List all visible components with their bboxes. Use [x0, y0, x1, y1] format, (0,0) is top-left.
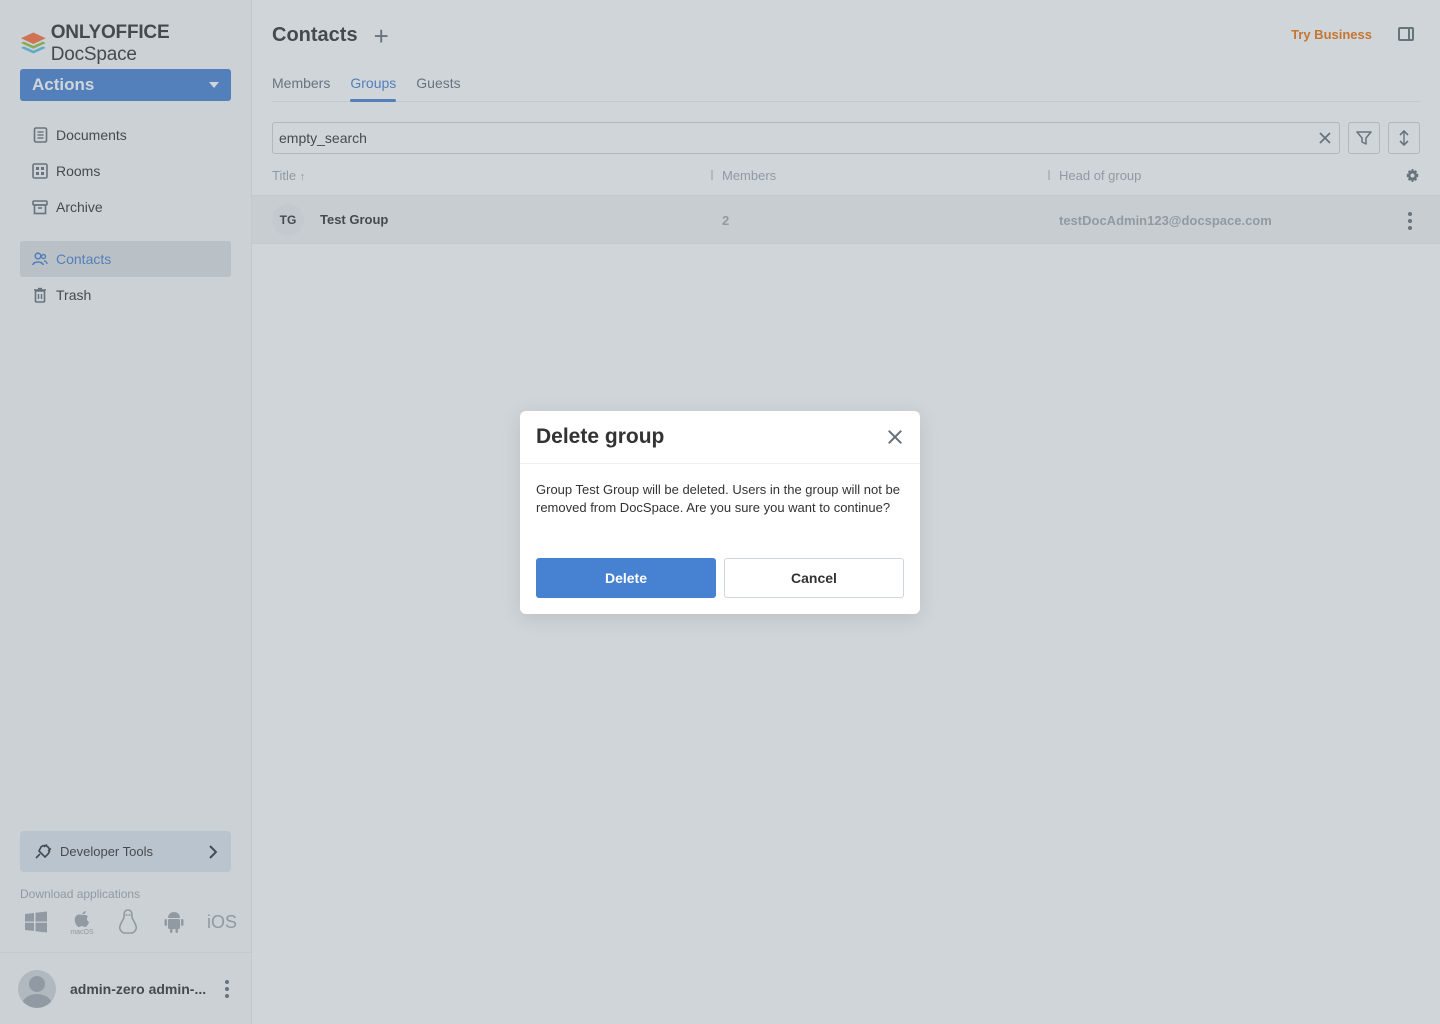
cancel-button[interactable]: Cancel [724, 558, 904, 598]
dialog-buttons: Delete Cancel [536, 558, 904, 598]
dialog-header: Delete group [520, 411, 920, 464]
delete-group-dialog: Delete group Group Test Group will be de… [520, 411, 920, 614]
dialog-message: Group Test Group will be deleted. Users … [536, 482, 900, 515]
delete-button[interactable]: Delete [536, 558, 716, 598]
dialog-title: Delete group [536, 425, 665, 448]
close-icon[interactable] [886, 428, 904, 446]
